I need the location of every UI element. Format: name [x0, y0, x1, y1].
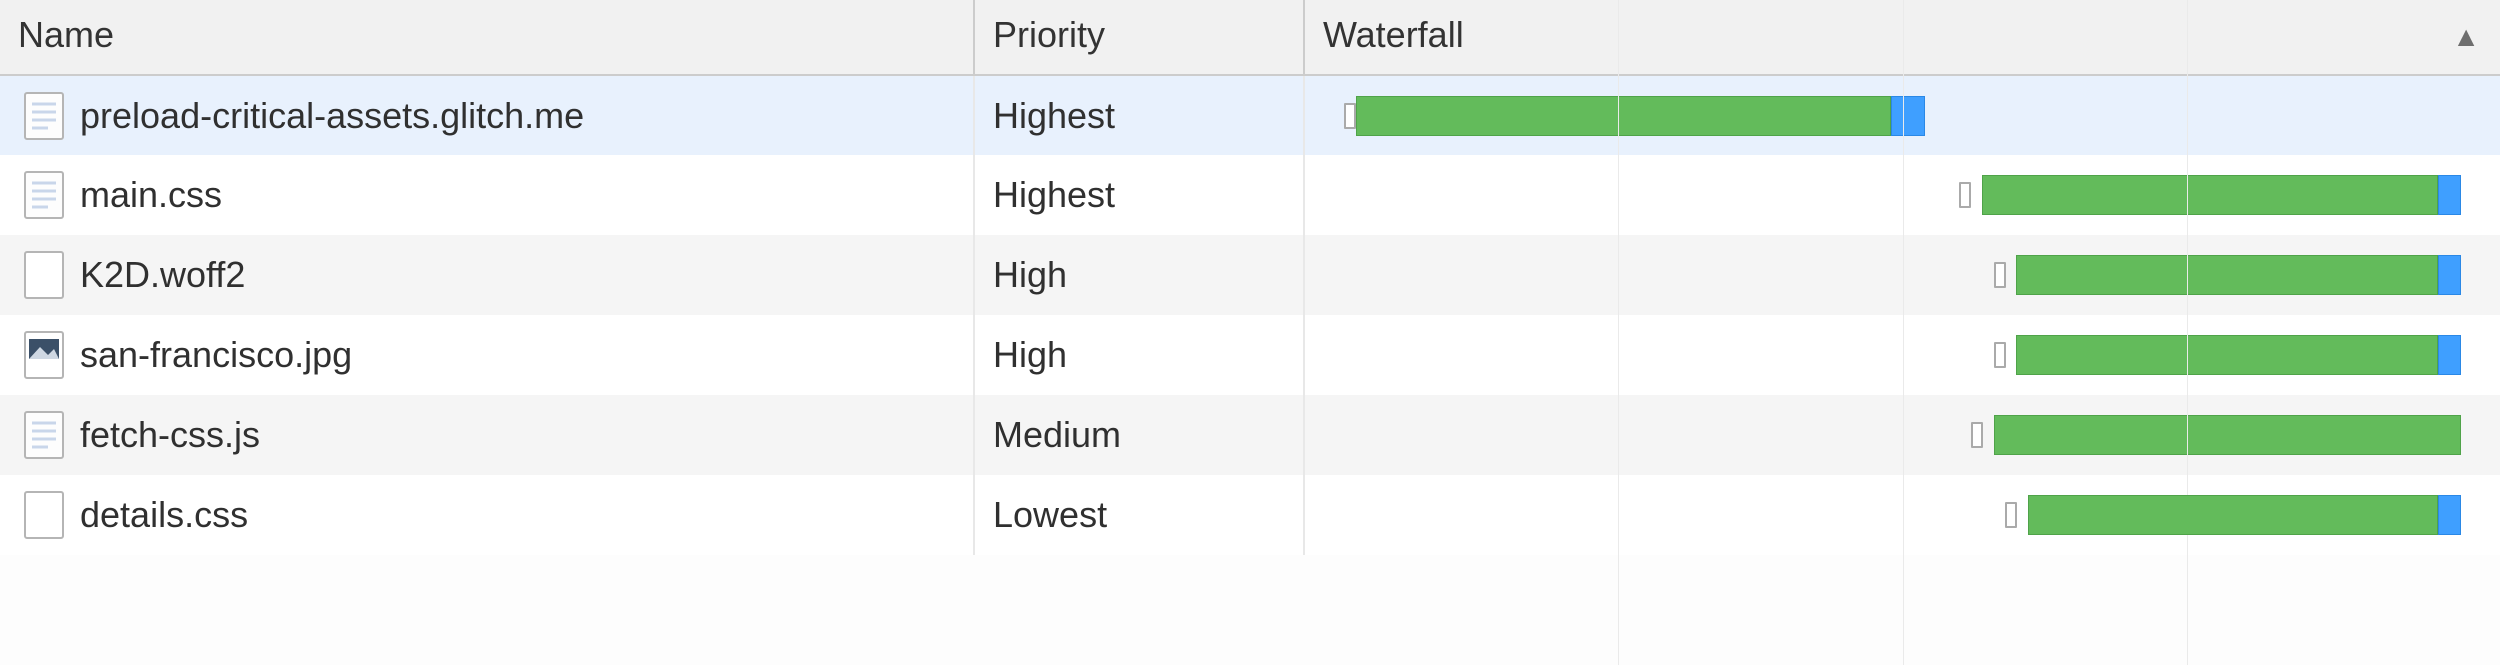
- waterfall-download-bar: [2438, 335, 2461, 375]
- cell-priority: Highest: [974, 155, 1304, 235]
- waterfall-download-bar: [2438, 495, 2461, 535]
- waterfall-bar: [2028, 495, 2438, 535]
- cell-waterfall: [1304, 395, 2500, 475]
- table-row[interactable]: fetch-css.js Medium: [0, 395, 2500, 475]
- cell-name: main.css: [0, 155, 974, 235]
- file-type-icon: [24, 251, 64, 299]
- cell-priority: High: [974, 315, 1304, 395]
- file-name: details.css: [80, 494, 248, 536]
- waterfall-queue-marker: [1994, 262, 2006, 288]
- file-type-icon: [24, 491, 64, 539]
- file-name: san-francisco.jpg: [80, 334, 352, 376]
- file-name: fetch-css.js: [80, 414, 260, 456]
- cell-waterfall: [1304, 155, 2500, 235]
- cell-priority: Medium: [974, 395, 1304, 475]
- waterfall-bar: [1994, 415, 2461, 455]
- file-name: K2D.woff2: [80, 254, 245, 296]
- cell-name: details.css: [0, 475, 974, 555]
- cell-name: san-francisco.jpg: [0, 315, 974, 395]
- cell-waterfall: [1304, 235, 2500, 315]
- waterfall-track: [1333, 485, 2472, 545]
- waterfall-track: [1333, 245, 2472, 305]
- waterfall-bar: [1982, 175, 2438, 215]
- waterfall-track: [1333, 405, 2472, 465]
- priority-value: Highest: [993, 174, 1115, 215]
- column-header-name[interactable]: Name: [0, 0, 974, 75]
- priority-value: High: [993, 254, 1067, 295]
- waterfall-queue-marker: [1344, 103, 1356, 129]
- waterfall-download-bar: [2438, 255, 2461, 295]
- cell-name: preload-critical-assets.glitch.me: [0, 75, 974, 155]
- priority-value: High: [993, 334, 1067, 375]
- table-row[interactable]: K2D.woff2 High: [0, 235, 2500, 315]
- waterfall-bar: [1356, 96, 1891, 136]
- cell-waterfall: [1304, 75, 2500, 155]
- waterfall-download-bar: [2438, 175, 2461, 215]
- table-row[interactable]: details.css Lowest: [0, 475, 2500, 555]
- waterfall-track: [1333, 325, 2472, 385]
- network-table: Name Priority Waterfall ▲ preload-critic…: [0, 0, 2500, 555]
- cell-name: K2D.woff2: [0, 235, 974, 315]
- column-header-waterfall[interactable]: Waterfall ▲: [1304, 0, 2500, 75]
- table-row[interactable]: preload-critical-assets.glitch.me Highest: [0, 75, 2500, 155]
- cell-priority: High: [974, 235, 1304, 315]
- sort-ascending-icon: ▲: [2452, 21, 2480, 53]
- priority-value: Medium: [993, 414, 1121, 455]
- column-header-priority[interactable]: Priority: [974, 0, 1304, 75]
- table-body: preload-critical-assets.glitch.me Highest…: [0, 75, 2500, 555]
- table-header-row: Name Priority Waterfall ▲: [0, 0, 2500, 75]
- cell-priority: Lowest: [974, 475, 1304, 555]
- priority-value: Lowest: [993, 494, 1107, 535]
- priority-value: Highest: [993, 95, 1115, 136]
- waterfall-queue-marker: [1994, 342, 2006, 368]
- table-row[interactable]: san-francisco.jpg High: [0, 315, 2500, 395]
- column-header-label: Waterfall: [1323, 14, 1464, 55]
- waterfall-download-bar: [1891, 96, 1925, 136]
- waterfall-queue-marker: [1959, 182, 1971, 208]
- waterfall-bar: [2016, 255, 2437, 295]
- table-row[interactable]: main.css Highest: [0, 155, 2500, 235]
- waterfall-track: [1333, 165, 2472, 225]
- waterfall-track: [1333, 86, 2472, 146]
- cell-name: fetch-css.js: [0, 395, 974, 475]
- file-type-icon: [24, 411, 64, 459]
- file-type-icon: [24, 171, 64, 219]
- file-name: preload-critical-assets.glitch.me: [80, 95, 584, 137]
- file-type-icon: [24, 92, 64, 140]
- cell-waterfall: [1304, 475, 2500, 555]
- file-name: main.css: [80, 174, 222, 216]
- file-type-icon: [24, 331, 64, 379]
- column-header-label: Name: [18, 14, 114, 55]
- waterfall-queue-marker: [1971, 422, 1983, 448]
- column-header-label: Priority: [993, 14, 1105, 55]
- waterfall-queue-marker: [2005, 502, 2017, 528]
- cell-priority: Highest: [974, 75, 1304, 155]
- cell-waterfall: [1304, 315, 2500, 395]
- waterfall-bar: [2016, 335, 2437, 375]
